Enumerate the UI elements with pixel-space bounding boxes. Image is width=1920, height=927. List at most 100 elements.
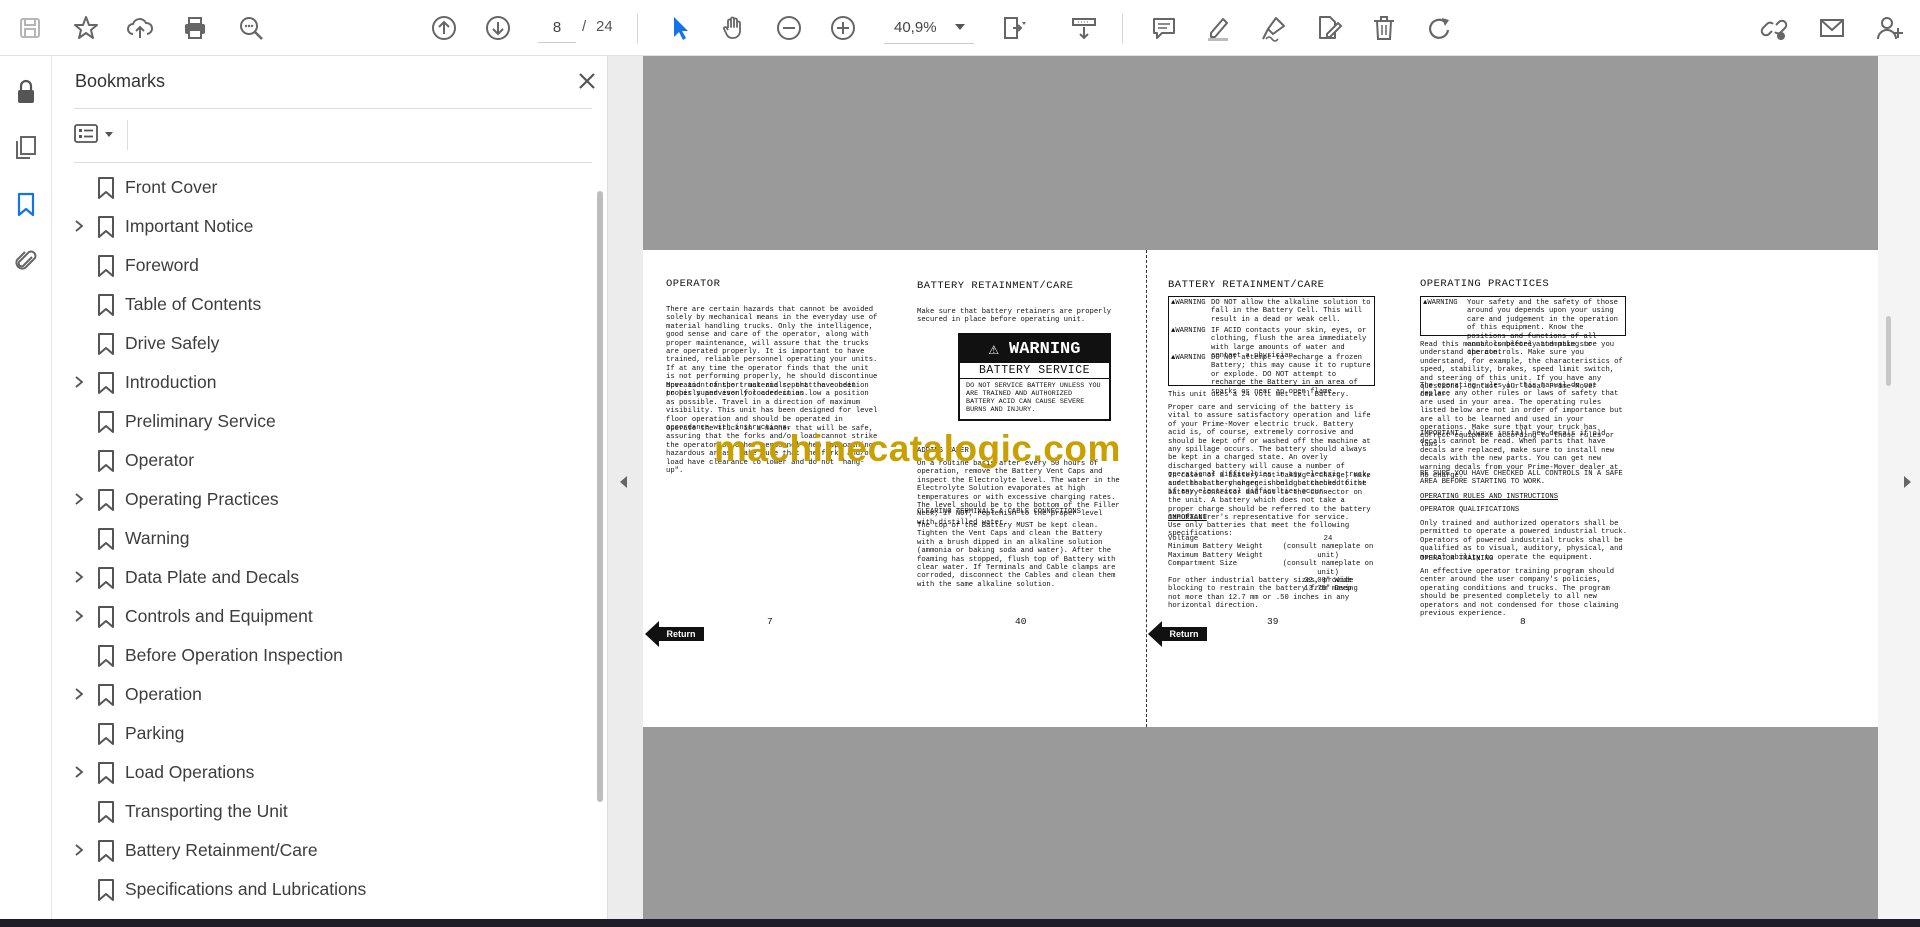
email-icon[interactable] <box>1814 10 1850 46</box>
chevron-right-icon[interactable] <box>72 609 86 623</box>
share-link-icon[interactable] <box>1756 10 1792 46</box>
return-button[interactable]: Return <box>1148 621 1210 647</box>
bookmark-item[interactable]: Load Operations <box>52 753 592 792</box>
chevron-right-icon[interactable] <box>72 570 86 584</box>
bookmark-label: Foreword <box>125 255 199 275</box>
document-gutter <box>1878 56 1920 919</box>
attachment-icon[interactable] <box>10 244 42 276</box>
warning-triangle-icon: ⚠ <box>988 340 999 360</box>
bookmark-icon <box>98 762 114 784</box>
chevron-down-icon <box>105 132 113 137</box>
sub-heading: OPERATING RULES AND INSTRUCTIONS <box>1420 493 1559 501</box>
collapse-left-icon[interactable] <box>620 476 627 488</box>
bookmark-item[interactable]: Front Cover <box>52 168 592 207</box>
previous-page-icon[interactable] <box>426 10 462 46</box>
page-thumbnails-icon[interactable] <box>10 131 42 163</box>
chevron-down-icon[interactable] <box>955 24 965 30</box>
bookmark-icon <box>98 255 114 277</box>
toolbar-divider <box>1122 14 1123 44</box>
bookmark-item[interactable]: Controls and Equipment <box>52 597 592 636</box>
bookmark-label: Important Notice <box>125 216 254 236</box>
redo-icon[interactable] <box>1421 10 1457 46</box>
bookmark-item[interactable]: Before Operation Inspection <box>52 636 592 675</box>
section-heading: BATTERY RETAINMENT/CARE <box>917 280 1074 292</box>
next-page-icon[interactable] <box>480 10 516 46</box>
return-button[interactable]: Return <box>645 621 707 647</box>
page-fit-icon[interactable] <box>995 10 1031 46</box>
upload-cloud-icon[interactable] <box>122 10 158 46</box>
paragraph: On a routine basis after every 50 hours … <box>917 460 1120 527</box>
bookmark-label: Operation <box>125 684 202 704</box>
bookmark-item[interactable]: Operator <box>52 441 592 480</box>
bookmark-label: Operating Practices <box>125 489 279 509</box>
bookmark-label: Warning <box>125 528 190 548</box>
bookmark-item[interactable]: Battery Retainment/Care <box>52 831 592 870</box>
page-background <box>643 56 1878 250</box>
chevron-right-icon[interactable] <box>72 375 86 389</box>
delete-icon[interactable] <box>1366 10 1402 46</box>
bookmark-item[interactable]: Preliminary Service <box>52 402 592 441</box>
paragraph: BE SURE YOU HAVE CHECKED ALL CONTROLS IN… <box>1420 470 1623 487</box>
edit-document-icon[interactable] <box>1310 10 1346 46</box>
bookmark-icon <box>98 840 114 862</box>
comment-icon[interactable] <box>1146 10 1182 46</box>
chevron-right-icon[interactable] <box>72 219 86 233</box>
close-icon[interactable] <box>574 68 600 94</box>
star-icon[interactable] <box>68 10 104 46</box>
bookmark-options-button[interactable] <box>74 120 122 148</box>
panel-title: Bookmarks <box>75 71 166 91</box>
bookmark-item[interactable]: Operation <box>52 675 592 714</box>
search-zoom-icon[interactable] <box>233 10 269 46</box>
bookmark-label: Front Cover <box>125 177 218 197</box>
list-options-icon <box>74 124 98 143</box>
bookmark-item[interactable]: Drive Safely <box>52 324 592 363</box>
add-user-icon[interactable] <box>1872 10 1908 46</box>
bookmark-item[interactable]: Parking <box>52 714 592 753</box>
zoom-out-icon[interactable] <box>771 10 807 46</box>
save-icon[interactable] <box>12 10 48 46</box>
document-scrollbar[interactable] <box>1886 316 1891 386</box>
warning-sign: ⚠ WARNING BATTERY SERVICE DO NOT SERVICE… <box>958 333 1111 421</box>
scroll-mode-icon[interactable] <box>1066 10 1102 46</box>
bookmark-label: Controls and Equipment <box>125 606 313 626</box>
bookmark-list: Front Cover Important Notice Foreword Table… <box>52 168 592 918</box>
print-icon[interactable] <box>177 10 213 46</box>
watermark-text: machinecatalogic.com <box>714 428 1121 469</box>
bookmark-icon <box>98 333 114 355</box>
chevron-right-icon[interactable] <box>72 492 86 506</box>
paragraph: Make sure that battery retainers are pro… <box>917 308 1112 325</box>
arrow-left-icon <box>645 621 659 647</box>
bookmark-label: Parking <box>125 723 185 743</box>
bookmark-item[interactable]: Specifications and Lubrications <box>52 870 592 909</box>
chevron-right-icon[interactable] <box>72 765 86 779</box>
bookmark-item[interactable]: Data Plate and Decals <box>52 558 592 597</box>
bookmark-label: Specifications and Lubrications <box>125 879 367 899</box>
bookmark-label: Transporting the Unit <box>125 801 288 821</box>
highlight-pen-icon[interactable] <box>1200 10 1236 46</box>
expand-right-icon[interactable] <box>1904 476 1911 488</box>
bookmark-item[interactable]: Table of Contents <box>52 285 592 324</box>
bookmark-item[interactable]: Operating Practices <box>52 480 592 519</box>
page-background <box>643 727 1878 919</box>
bookmark-icon[interactable] <box>10 188 42 220</box>
lock-icon[interactable] <box>10 76 42 108</box>
zoom-in-icon[interactable] <box>825 10 861 46</box>
chevron-right-icon[interactable] <box>72 843 86 857</box>
page-number-input[interactable] <box>538 13 576 43</box>
bookmark-item[interactable]: Important Notice <box>52 207 592 246</box>
panel-scrollbar[interactable] <box>597 191 603 802</box>
bookmark-item[interactable]: Transporting the Unit <box>52 792 592 831</box>
hand-tool-icon[interactable] <box>716 10 752 46</box>
select-cursor-icon[interactable] <box>662 10 698 46</box>
bookmark-item[interactable]: Warning <box>52 519 592 558</box>
bookmark-icon <box>98 567 114 589</box>
bookmark-label: Before Operation Inspection <box>125 645 343 665</box>
bookmark-icon <box>98 294 114 316</box>
bookmark-item[interactable]: Foreword <box>52 246 592 285</box>
pdf-page: OPERATOR There are certain hazards that … <box>643 250 1878 727</box>
bookmark-item[interactable]: Introduction <box>52 363 592 402</box>
chevron-right-icon[interactable] <box>72 687 86 701</box>
sign-pen-icon[interactable] <box>1256 10 1292 46</box>
bookmark-icon <box>98 606 114 628</box>
bookmark-icon <box>98 489 114 511</box>
